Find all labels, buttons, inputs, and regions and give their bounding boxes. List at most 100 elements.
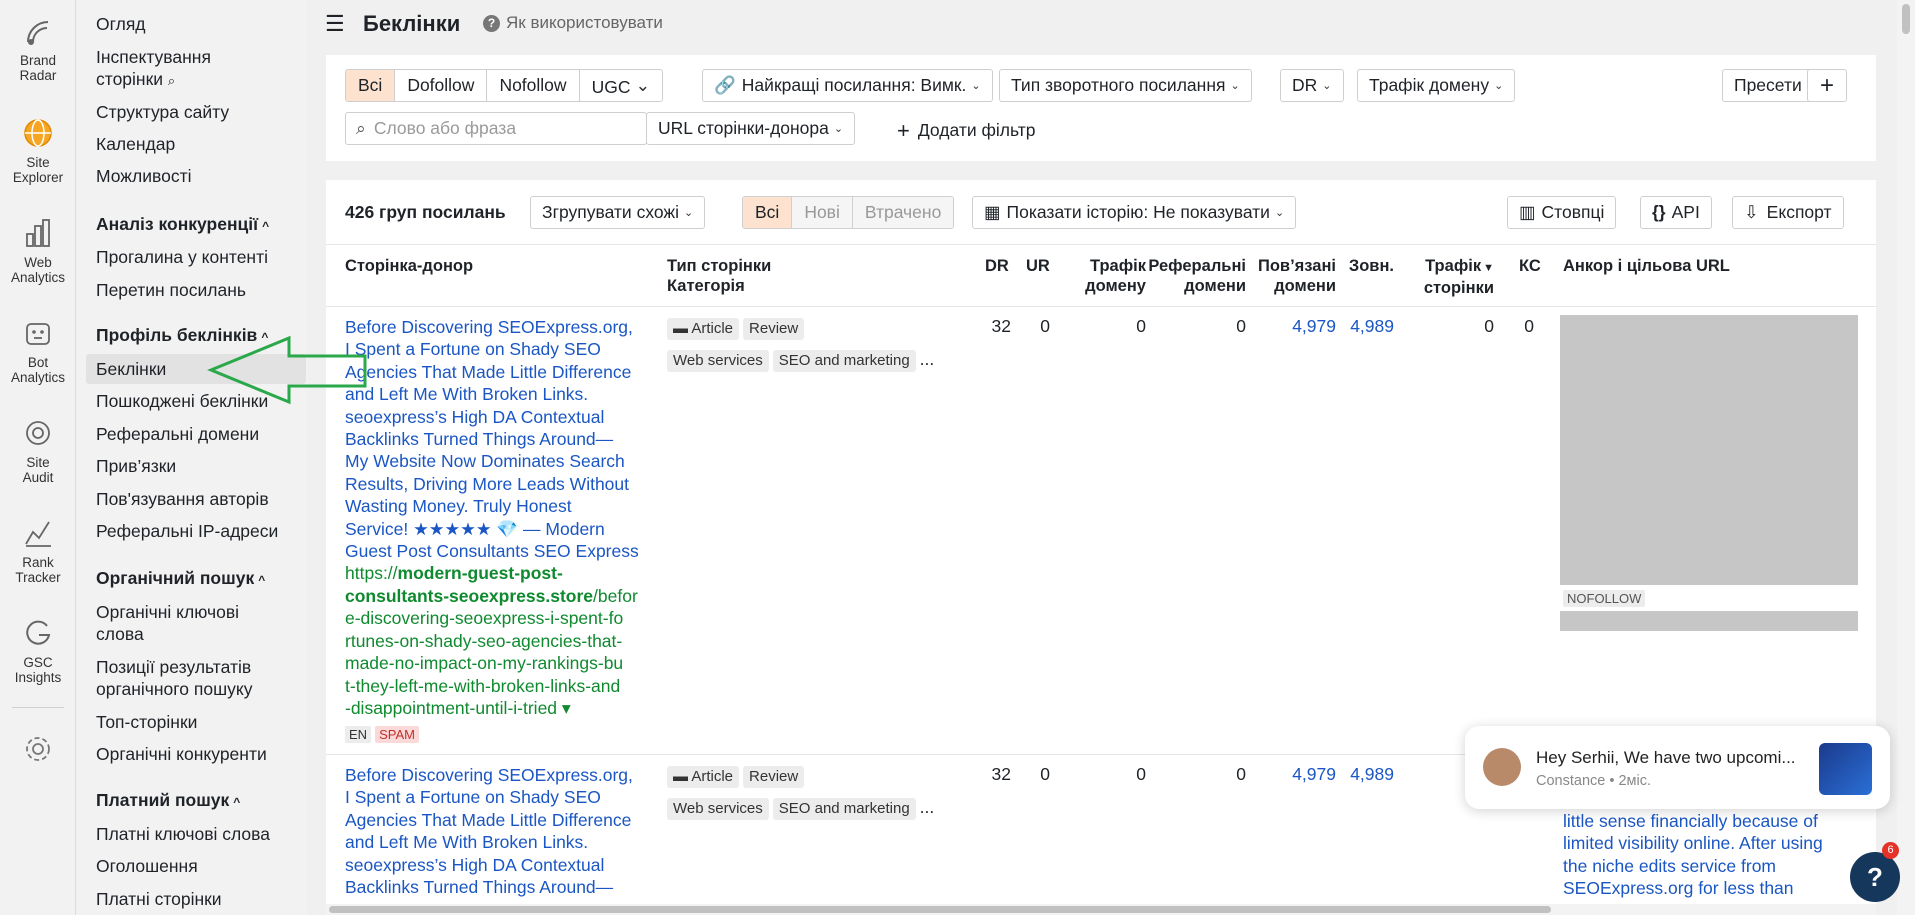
- seg-all[interactable]: Всі: [743, 197, 793, 228]
- rail-label: Site: [26, 455, 50, 470]
- anchor-text[interactable]: little sense financially because of limi…: [1563, 810, 1863, 900]
- nofollow-label: NOFOLLOW: [1563, 590, 1646, 607]
- search-input[interactable]: ⌕ Слово або фраза: [345, 112, 647, 145]
- avatar: [1483, 748, 1521, 786]
- backlink-type-dropdown[interactable]: Тип зворотного посилання ⌄: [999, 69, 1252, 102]
- how-to-use-link[interactable]: ? Як використовувати: [483, 13, 663, 33]
- export-icon: ⇩: [1744, 202, 1759, 222]
- more-categories[interactable]: ...: [920, 349, 935, 369]
- nav-ads[interactable]: Оголошення: [96, 855, 301, 877]
- hamburger-icon[interactable]: ☰: [325, 13, 345, 35]
- rail-label: Analytics: [10, 370, 66, 385]
- col-ur[interactable]: UR: [1026, 256, 1050, 276]
- nav-overview[interactable]: Огляд: [96, 13, 301, 35]
- add-filter-button[interactable]: + Додати фільтр: [897, 118, 1035, 144]
- rail-label: Site: [26, 155, 50, 170]
- seg-lost[interactable]: Втрачено: [852, 197, 954, 228]
- backlink-type-label: Тип зворотного посилання: [1011, 75, 1226, 95]
- export-button[interactable]: ⇩ Експорт: [1732, 196, 1844, 229]
- add-preset-button[interactable]: +: [1807, 69, 1847, 102]
- rail-site-explorer[interactable]: Site Explorer: [0, 116, 76, 185]
- nav-opportunities[interactable]: Можливості: [96, 165, 301, 187]
- presets-label: Пресети: [1734, 75, 1802, 95]
- col-ref-domains[interactable]: Реферальні домени: [1146, 256, 1246, 296]
- more-categories[interactable]: ...: [920, 797, 935, 817]
- rail-web-analytics[interactable]: Web Analytics: [0, 216, 76, 285]
- url-domain: consultants-seoexpress.store: [345, 585, 594, 606]
- col-page-type[interactable]: Тип сторінки Категорія: [667, 256, 771, 296]
- cell-ur: 0: [1040, 316, 1050, 336]
- col-domain-traffic[interactable]: Трафік домену: [1061, 256, 1146, 296]
- domain-traffic-dropdown[interactable]: Трафік домену ⌄: [1357, 69, 1516, 102]
- cell-external[interactable]: 4,989: [1324, 764, 1394, 785]
- cell-ref-domains: 0: [1236, 764, 1246, 784]
- dr-dropdown[interactable]: DR ⌄: [1280, 69, 1344, 102]
- cell-external[interactable]: 4,989: [1324, 316, 1394, 337]
- nav-authors[interactable]: Пов'язування авторів: [96, 488, 301, 510]
- api-button[interactable]: {} API: [1640, 196, 1712, 229]
- filter-nofollow[interactable]: Nofollow: [487, 70, 580, 101]
- chevron-down-icon: ⌄: [684, 207, 694, 219]
- rail-gsc-insights[interactable]: GSC Insights: [0, 616, 76, 685]
- group-similar-label: Згрупувати схожі: [542, 202, 680, 222]
- nav-anchors[interactable]: Прив’язки: [96, 455, 301, 477]
- col-line: сторінки: [1423, 279, 1494, 297]
- nav-group-paid[interactable]: Платний пошук ^: [96, 790, 240, 811]
- scrollbar-thumb[interactable]: [1902, 4, 1910, 34]
- nav-inspect[interactable]: Інспектування сторінки ⌕: [96, 46, 246, 92]
- nav-organic-competitors[interactable]: Органічні конкуренти: [96, 743, 301, 765]
- rail-site-audit[interactable]: Site Audit: [0, 416, 76, 485]
- table-row: Before Discovering SEOExpress.org, I Spe…: [345, 316, 665, 745]
- filter-dofollow[interactable]: Dofollow: [395, 70, 488, 101]
- filter-all[interactable]: Всі: [346, 70, 396, 101]
- nav-calendar[interactable]: Календар: [96, 133, 301, 155]
- col-linked-domains[interactable]: Пов’язані домени: [1246, 256, 1336, 296]
- donor-url-link[interactable]: https://modern-guest-post- consultants-s…: [345, 562, 665, 719]
- col-page-traffic[interactable]: Трафік ▼ сторінки: [1394, 256, 1494, 298]
- nav-organic-keywords[interactable]: Органічні ключові слова: [96, 601, 266, 645]
- donor-title-link[interactable]: Before Discovering SEOExpress.org, I Spe…: [345, 764, 665, 898]
- nav-paid-pages[interactable]: Платні сторінки: [96, 888, 301, 910]
- api-label: API: [1671, 202, 1700, 222]
- seg-new[interactable]: Нові: [792, 197, 853, 228]
- chevron-up-icon: ^: [233, 795, 241, 809]
- title-line: and Left Me With Broken Links.: [345, 832, 589, 853]
- nav-group-competitors[interactable]: Аналіз конкуренції ^: [96, 214, 269, 235]
- article-icon: ▬: [673, 320, 692, 337]
- rail-brand-radar[interactable]: Brand Radar: [0, 14, 76, 83]
- col-external[interactable]: Зовн.: [1336, 256, 1394, 276]
- vertical-scrollbar[interactable]: [1897, 0, 1915, 915]
- col-anchor[interactable]: Анкор і цільова URL: [1563, 256, 1730, 276]
- col-dr[interactable]: DR: [985, 256, 1009, 276]
- nav-paid-keywords[interactable]: Платні ключові слова: [96, 823, 301, 845]
- horizontal-scrollbar[interactable]: [326, 904, 1876, 915]
- url-donor-dropdown[interactable]: URL сторінки-донора ⌄: [646, 112, 856, 145]
- col-keywords[interactable]: КС: [1519, 256, 1541, 276]
- rail-rank-tracker[interactable]: Rank Tracker: [0, 516, 76, 585]
- scrollbar-thumb[interactable]: [329, 906, 1551, 913]
- nav-link-intersect[interactable]: Перетин посилань: [96, 279, 301, 301]
- title-line: Wasting Money. Truly Honest: [345, 496, 572, 517]
- chat-notification[interactable]: Hey Serhii, We have two upcomi... Consta…: [1465, 726, 1890, 809]
- nav-ref-domains[interactable]: Реферальні домени: [96, 423, 301, 445]
- col-donor[interactable]: Сторінка-донор: [345, 256, 473, 276]
- history-dropdown[interactable]: ▦ Показати історію: Не показувати ⌄: [972, 196, 1297, 229]
- rail-settings[interactable]: [0, 734, 76, 769]
- filter-ugc[interactable]: UGC ⌄: [580, 70, 663, 101]
- columns-label: Стовпці: [1541, 202, 1605, 222]
- filter-panel: Всі Dofollow Nofollow UGC ⌄ 🔗 Найкращі пос…: [326, 55, 1876, 161]
- cell-dr: 32: [991, 764, 1011, 784]
- help-chat-button[interactable]: ?: [1850, 852, 1900, 902]
- nav-top-pages[interactable]: Топ-сторінки: [96, 711, 301, 733]
- columns-button[interactable]: ▥ Стовпці: [1507, 196, 1617, 229]
- donor-title-link[interactable]: Before Discovering SEOExpress.org, I Spe…: [345, 316, 665, 562]
- rail-bot-analytics[interactable]: Bot Analytics: [0, 316, 76, 385]
- nav-content-gap[interactable]: Прогалина у контенті: [96, 246, 301, 268]
- nav-ref-ips[interactable]: Реферальні IP-адреси: [96, 520, 301, 542]
- nav-group-organic[interactable]: Органічний пошук ^: [96, 568, 265, 589]
- nav-structure[interactable]: Структура сайту: [96, 101, 301, 123]
- group-similar-dropdown[interactable]: Згрупувати схожі ⌄: [530, 196, 706, 229]
- best-links-dropdown[interactable]: 🔗 Найкращі посилання: Вимк. ⌄: [702, 69, 993, 102]
- nav-organic-positions[interactable]: Позиції результатів органічного пошуку: [96, 656, 301, 700]
- review-tag: Review: [743, 766, 805, 788]
